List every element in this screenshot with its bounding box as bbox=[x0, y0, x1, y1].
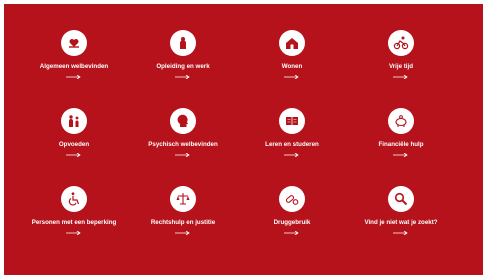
book-icon bbox=[279, 108, 305, 134]
tile-label: Opvoeden bbox=[58, 141, 90, 148]
arrow-right-icon bbox=[66, 153, 81, 157]
tile-leren-en-studeren[interactable]: Leren en studeren bbox=[241, 106, 343, 184]
tile-algemeen-welbevinden[interactable]: Algemeen welbevinden bbox=[23, 28, 125, 106]
tile-opvoeden[interactable]: Opvoeden bbox=[23, 106, 125, 184]
heart-hands-icon bbox=[61, 30, 87, 56]
arrow-right-icon bbox=[175, 231, 190, 235]
piggy-bank-icon bbox=[388, 108, 414, 134]
scales-icon bbox=[170, 186, 196, 212]
search-icon bbox=[388, 186, 414, 212]
tile-vrije-tijd[interactable]: Vrije tijd bbox=[350, 28, 452, 106]
arrow-right-icon bbox=[393, 231, 408, 235]
pills-icon bbox=[279, 186, 305, 212]
cyclist-icon bbox=[388, 30, 414, 56]
tile-label: Vind je niet wat je zoekt? bbox=[364, 219, 438, 226]
tile-label: Personen met een beperking bbox=[31, 219, 117, 226]
tile-rechtshulp-en-justitie[interactable]: Rechtshulp en justitie bbox=[132, 184, 234, 262]
arrow-right-icon bbox=[284, 75, 299, 79]
arrow-right-icon bbox=[66, 231, 81, 235]
tile-opleiding-en-werk[interactable]: Opleiding en werk bbox=[132, 28, 234, 106]
house-icon bbox=[279, 30, 305, 56]
tile-label: Opleiding en werk bbox=[156, 63, 210, 70]
arrow-right-icon bbox=[393, 153, 408, 157]
wheelchair-icon bbox=[61, 186, 87, 212]
tile-label: Druggebruik bbox=[273, 219, 311, 226]
arrow-right-icon bbox=[66, 75, 81, 79]
head-icon bbox=[170, 108, 196, 134]
person-icon bbox=[170, 30, 196, 56]
arrow-right-icon bbox=[284, 231, 299, 235]
tile-label: Algemeen welbevinden bbox=[39, 63, 109, 70]
arrow-right-icon bbox=[175, 153, 190, 157]
tile-label: Wonen bbox=[281, 63, 303, 70]
tile-psychisch-welbevinden[interactable]: Psychisch welbevinden bbox=[132, 106, 234, 184]
tile-label: Rechtshulp en justitie bbox=[150, 219, 216, 226]
family-icon bbox=[61, 108, 87, 134]
arrow-right-icon bbox=[393, 75, 408, 79]
tile-label: Vrije tijd bbox=[388, 63, 414, 70]
arrow-right-icon bbox=[284, 153, 299, 157]
tile-label: Financiële hulp bbox=[378, 141, 424, 148]
tile-label: Leren en studeren bbox=[265, 141, 319, 148]
services-panel: Algemeen welbevinden Opleiding en werk W… bbox=[4, 4, 483, 275]
services-grid: Algemeen welbevinden Opleiding en werk W… bbox=[23, 28, 452, 262]
tile-personen-met-een-beperking[interactable]: Personen met een beperking bbox=[23, 184, 125, 262]
tile-financiele-hulp[interactable]: Financiële hulp bbox=[350, 106, 452, 184]
tile-wonen[interactable]: Wonen bbox=[241, 28, 343, 106]
arrow-right-icon bbox=[175, 75, 190, 79]
tile-druggebruik[interactable]: Druggebruik bbox=[241, 184, 343, 262]
tile-label: Psychisch welbevinden bbox=[148, 141, 218, 148]
tile-vind-je-niet-wat-je-zoekt[interactable]: Vind je niet wat je zoekt? bbox=[350, 184, 452, 262]
